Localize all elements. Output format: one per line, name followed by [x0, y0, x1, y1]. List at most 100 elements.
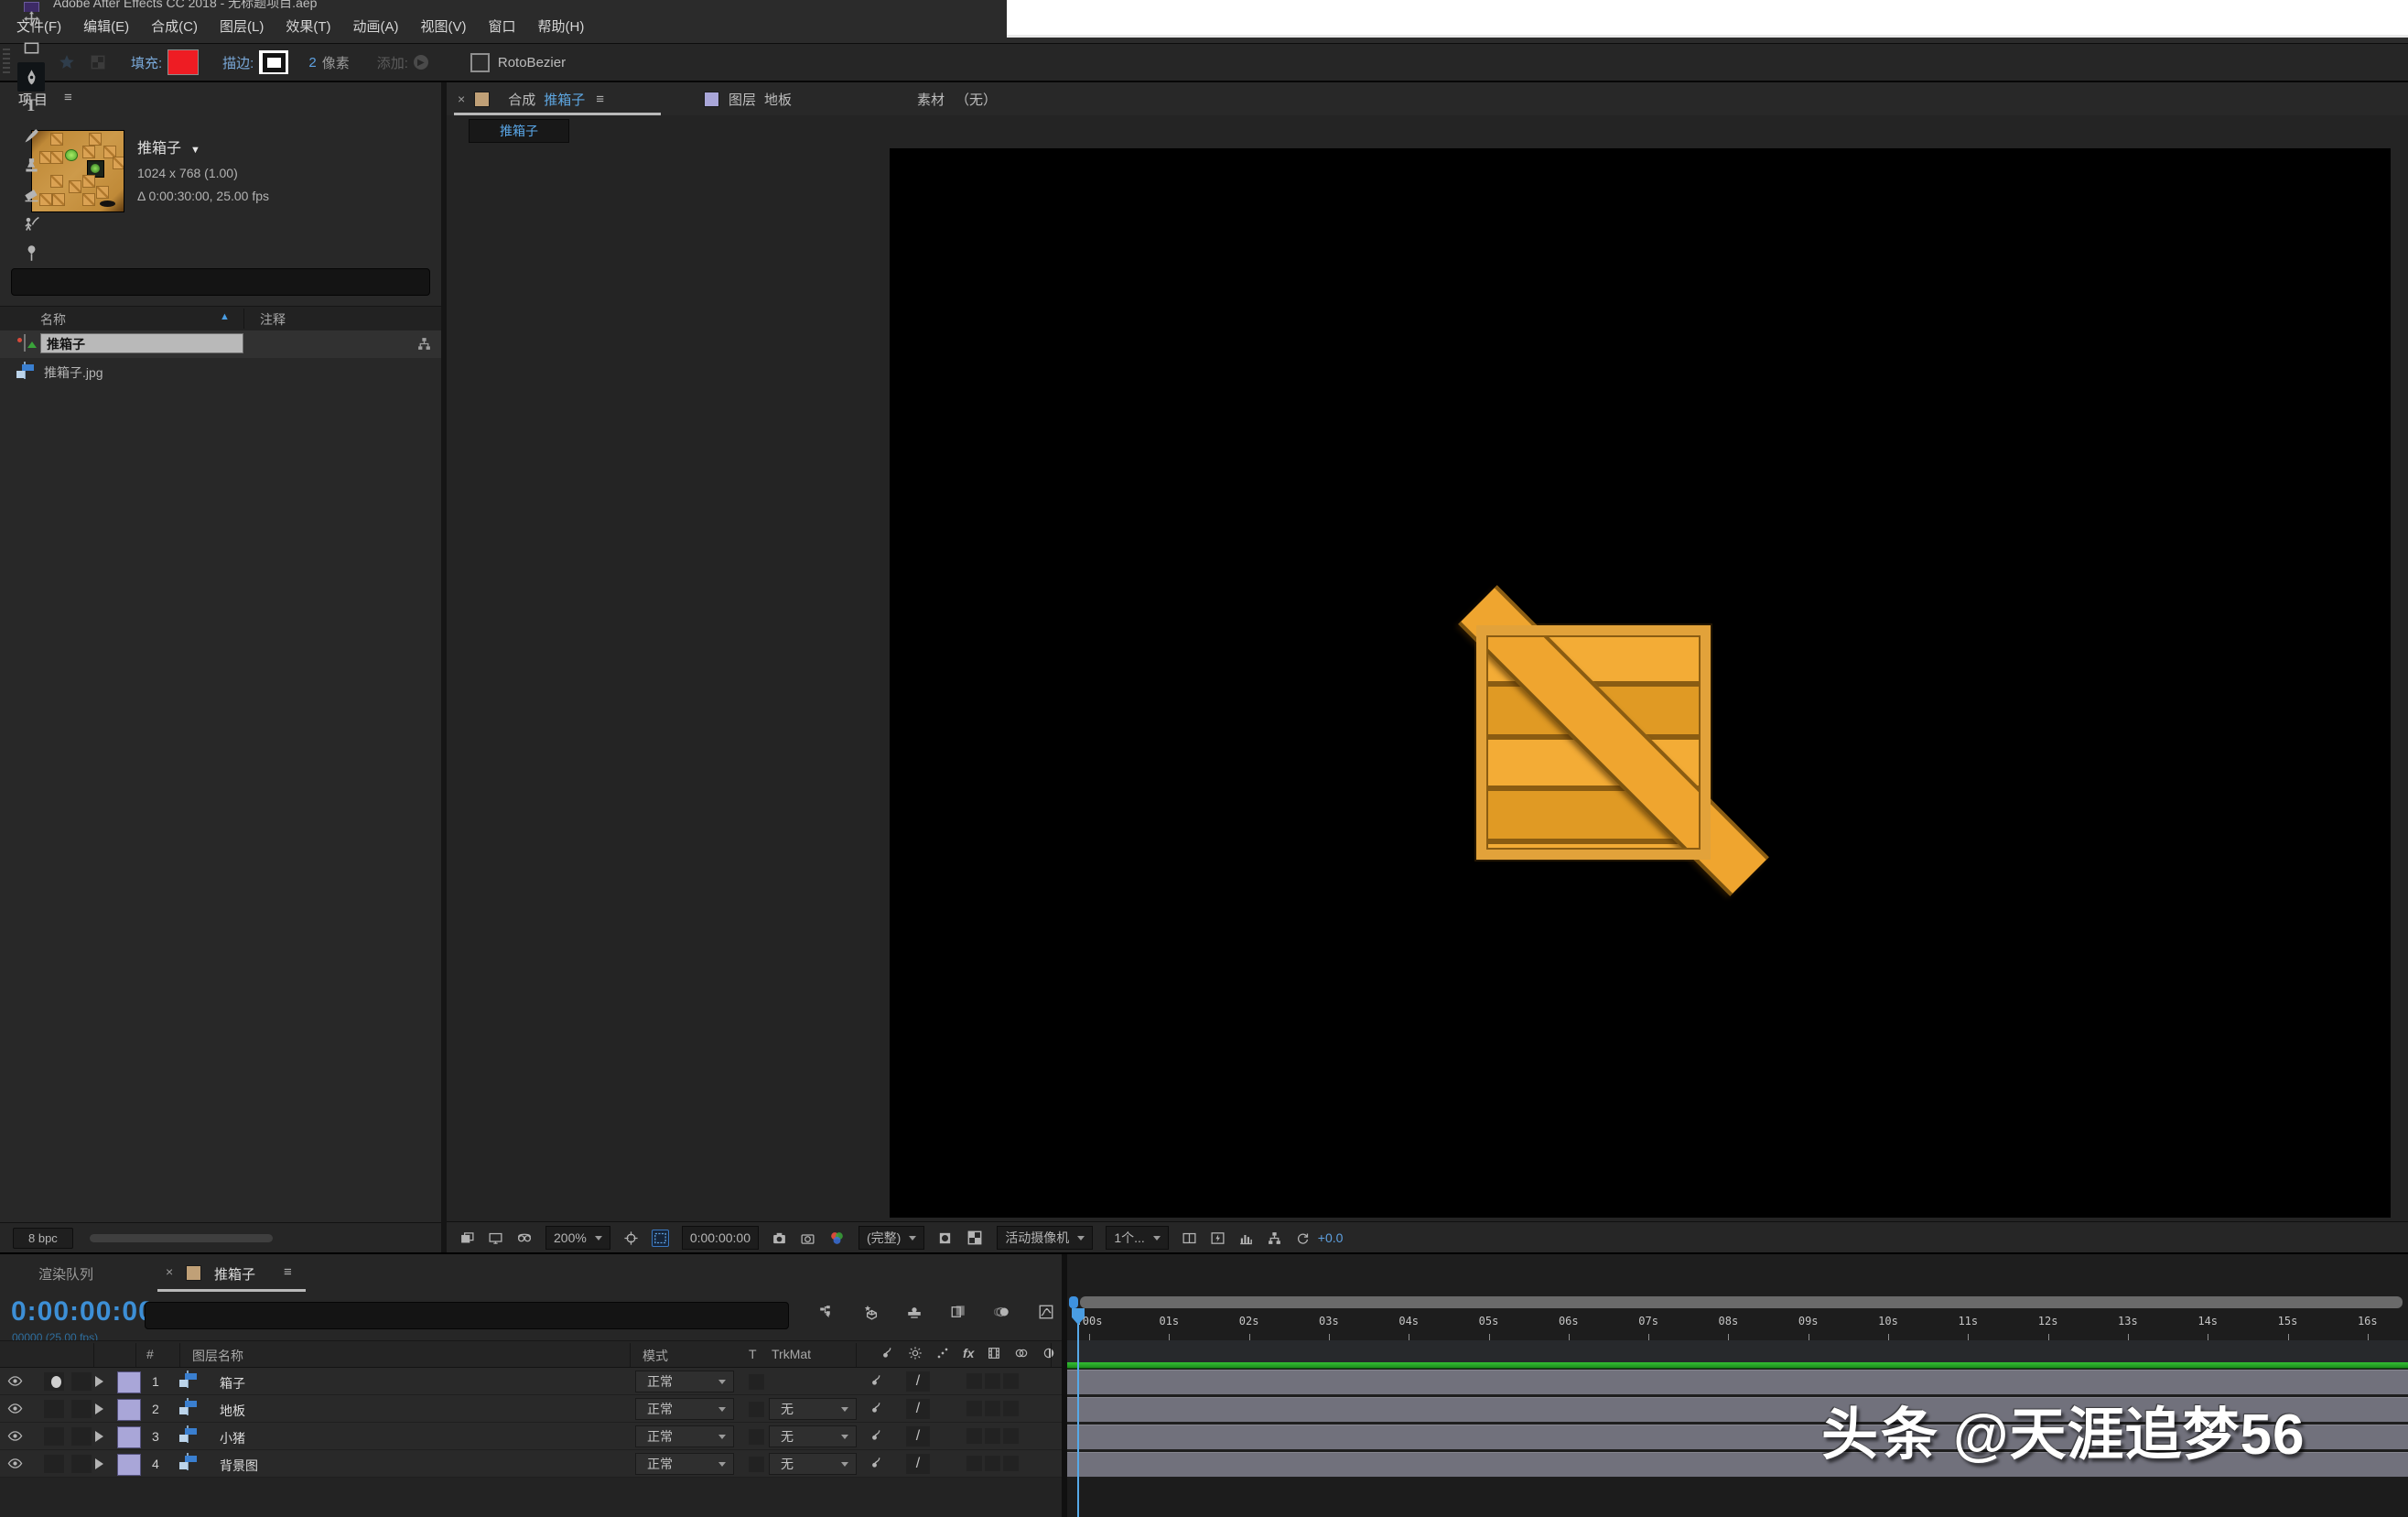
snapshot-icon[interactable]: [800, 1230, 815, 1246]
magnification-select[interactable]: 200%: [545, 1226, 610, 1250]
layer-name[interactable]: 地板: [220, 1402, 245, 1420]
expand-arrow-icon[interactable]: [95, 1431, 103, 1442]
eye-icon[interactable]: [7, 1401, 23, 1416]
flowchart-icon[interactable]: [416, 336, 432, 352]
toolbar-grip[interactable]: [3, 49, 10, 76]
menu-item-4[interactable]: 效果(T): [275, 12, 341, 43]
parent-none[interactable]: /: [906, 1454, 930, 1474]
eye-icon[interactable]: [7, 1456, 23, 1471]
layer-name[interactable]: 背景图: [220, 1457, 258, 1475]
switch-cell[interactable]: [966, 1373, 982, 1389]
parent-none[interactable]: /: [906, 1371, 930, 1392]
column-comment[interactable]: 注释: [260, 310, 286, 329]
timeline-search-input[interactable]: [145, 1302, 789, 1329]
dots-icon[interactable]: [935, 1345, 950, 1361]
parent-none[interactable]: /: [906, 1399, 930, 1419]
layer-row-箱子[interactable]: 1箱子正常/: [0, 1368, 1062, 1395]
switch-cell[interactable]: [1003, 1401, 1019, 1416]
layer-label-swatch[interactable]: [117, 1426, 141, 1448]
expand-arrow-icon[interactable]: [95, 1376, 103, 1387]
graph-icon[interactable]: [1038, 1304, 1054, 1320]
project-item-name[interactable]: 推箱子: [40, 333, 243, 353]
viewport[interactable]: [447, 148, 2408, 1221]
current-timecode[interactable]: 0:00:00:00: [11, 1296, 155, 1327]
preserve-transparency-cell[interactable]: [749, 1374, 764, 1390]
composition-breadcrumb[interactable]: 推箱子: [469, 119, 569, 143]
column-name[interactable]: 名称: [40, 310, 66, 329]
tool-roto-brush[interactable]: [17, 209, 45, 238]
tool-pen[interactable]: [17, 62, 45, 92]
stroke-color-swatch[interactable]: [259, 50, 288, 74]
tab-timeline-comp[interactable]: 推箱子: [214, 1264, 255, 1284]
time-navigator[interactable]: [1067, 1296, 2408, 1308]
pickwhip-icon[interactable]: [879, 1345, 895, 1361]
photo-camera-icon[interactable]: [772, 1230, 787, 1246]
film-icon[interactable]: [987, 1345, 1001, 1361]
solo-cell[interactable]: [44, 1427, 64, 1446]
project-item-name[interactable]: 推箱子.jpg: [44, 363, 103, 382]
column-mode[interactable]: 模式: [642, 1347, 668, 1365]
exposure-value[interactable]: +0.0: [1318, 1230, 1344, 1245]
preview-timecode[interactable]: 0:00:00:00: [682, 1226, 759, 1250]
parent-none[interactable]: /: [906, 1426, 930, 1447]
checker-icon[interactable]: [966, 1229, 984, 1247]
tab-render-queue[interactable]: 渲染队列: [38, 1264, 93, 1284]
split-icon[interactable]: [1182, 1230, 1197, 1246]
switch-cell[interactable]: [985, 1401, 1000, 1416]
refresh-icon[interactable]: [1295, 1230, 1311, 1246]
column-layer-name[interactable]: 图层名称: [192, 1347, 243, 1365]
tool-puppet-pin[interactable]: [17, 238, 45, 267]
sun-icon[interactable]: [908, 1345, 923, 1361]
preserve-transparency-cell[interactable]: [749, 1402, 764, 1417]
project-item-row[interactable]: 推箱子.jpg: [0, 358, 441, 385]
roi-icon[interactable]: [652, 1230, 669, 1247]
solo-cell[interactable]: [44, 1455, 64, 1473]
panel-menu-icon[interactable]: ≡: [64, 90, 72, 105]
rgb-icon[interactable]: [828, 1230, 846, 1247]
view-layout-select[interactable]: 1个...: [1106, 1226, 1168, 1250]
blend-mode-select[interactable]: 正常: [635, 1371, 734, 1392]
preserve-transparency-cell[interactable]: [749, 1429, 764, 1445]
eye-icon[interactable]: [7, 1428, 23, 1444]
star-icon[interactable]: [58, 53, 76, 71]
horizontal-scrollbar[interactable]: [90, 1234, 273, 1242]
bit-depth-button[interactable]: 8 bpc: [13, 1228, 73, 1249]
switch-cell[interactable]: [1003, 1373, 1019, 1389]
camera-view-select[interactable]: 活动摄像机: [997, 1226, 1093, 1250]
expand-arrow-icon[interactable]: [95, 1403, 103, 1414]
histogram-icon[interactable]: [1238, 1230, 1254, 1246]
pickwhip-icon[interactable]: [868, 1400, 884, 1416]
layer-row-小猪[interactable]: 3小猪正常无/: [0, 1423, 1062, 1450]
draft3d-icon[interactable]: [862, 1304, 879, 1320]
menu-item-6[interactable]: 视图(V): [409, 12, 477, 43]
tab-footage[interactable]: 素材 （无）: [917, 82, 997, 115]
layer-label-swatch[interactable]: [117, 1399, 141, 1421]
solo-dot[interactable]: [51, 1376, 61, 1388]
playhead-line[interactable]: [1077, 1308, 1079, 1517]
trkmat-select[interactable]: 无: [769, 1425, 857, 1447]
switch-cell[interactable]: [1003, 1456, 1019, 1471]
panel-menu-icon[interactable]: ≡: [596, 92, 604, 107]
switch-cell[interactable]: [1003, 1428, 1019, 1444]
layer-row-地板[interactable]: 2地板正常无/: [0, 1395, 1062, 1423]
tab-composition[interactable]: × 合成 推箱子 ≡: [458, 82, 604, 115]
lock-cell[interactable]: [71, 1400, 92, 1418]
composition-canvas[interactable]: [890, 148, 2391, 1218]
layer-label-swatch[interactable]: [117, 1371, 141, 1393]
menu-item-3[interactable]: 图层(L): [209, 12, 275, 43]
sort-ascending-icon[interactable]: ▲: [220, 311, 230, 322]
layer-name[interactable]: 箱子: [220, 1374, 245, 1392]
tool-stamp[interactable]: [17, 150, 45, 179]
fx-icon[interactable]: fx: [963, 1345, 974, 1361]
pickwhip-icon[interactable]: [868, 1372, 884, 1389]
half-icon[interactable]: [1042, 1345, 1056, 1361]
flowchart-mini-icon[interactable]: [818, 1304, 835, 1320]
time-navigator-handle[interactable]: [1069, 1296, 1078, 1308]
monitor-icon[interactable]: [488, 1230, 503, 1246]
tool-type[interactable]: T: [17, 92, 45, 121]
pickwhip-icon[interactable]: [868, 1455, 884, 1471]
trkmat-select[interactable]: 无: [769, 1398, 857, 1420]
checker-icon[interactable]: [89, 53, 107, 71]
switch-cell[interactable]: [985, 1373, 1000, 1389]
solo-cell[interactable]: [44, 1400, 64, 1418]
